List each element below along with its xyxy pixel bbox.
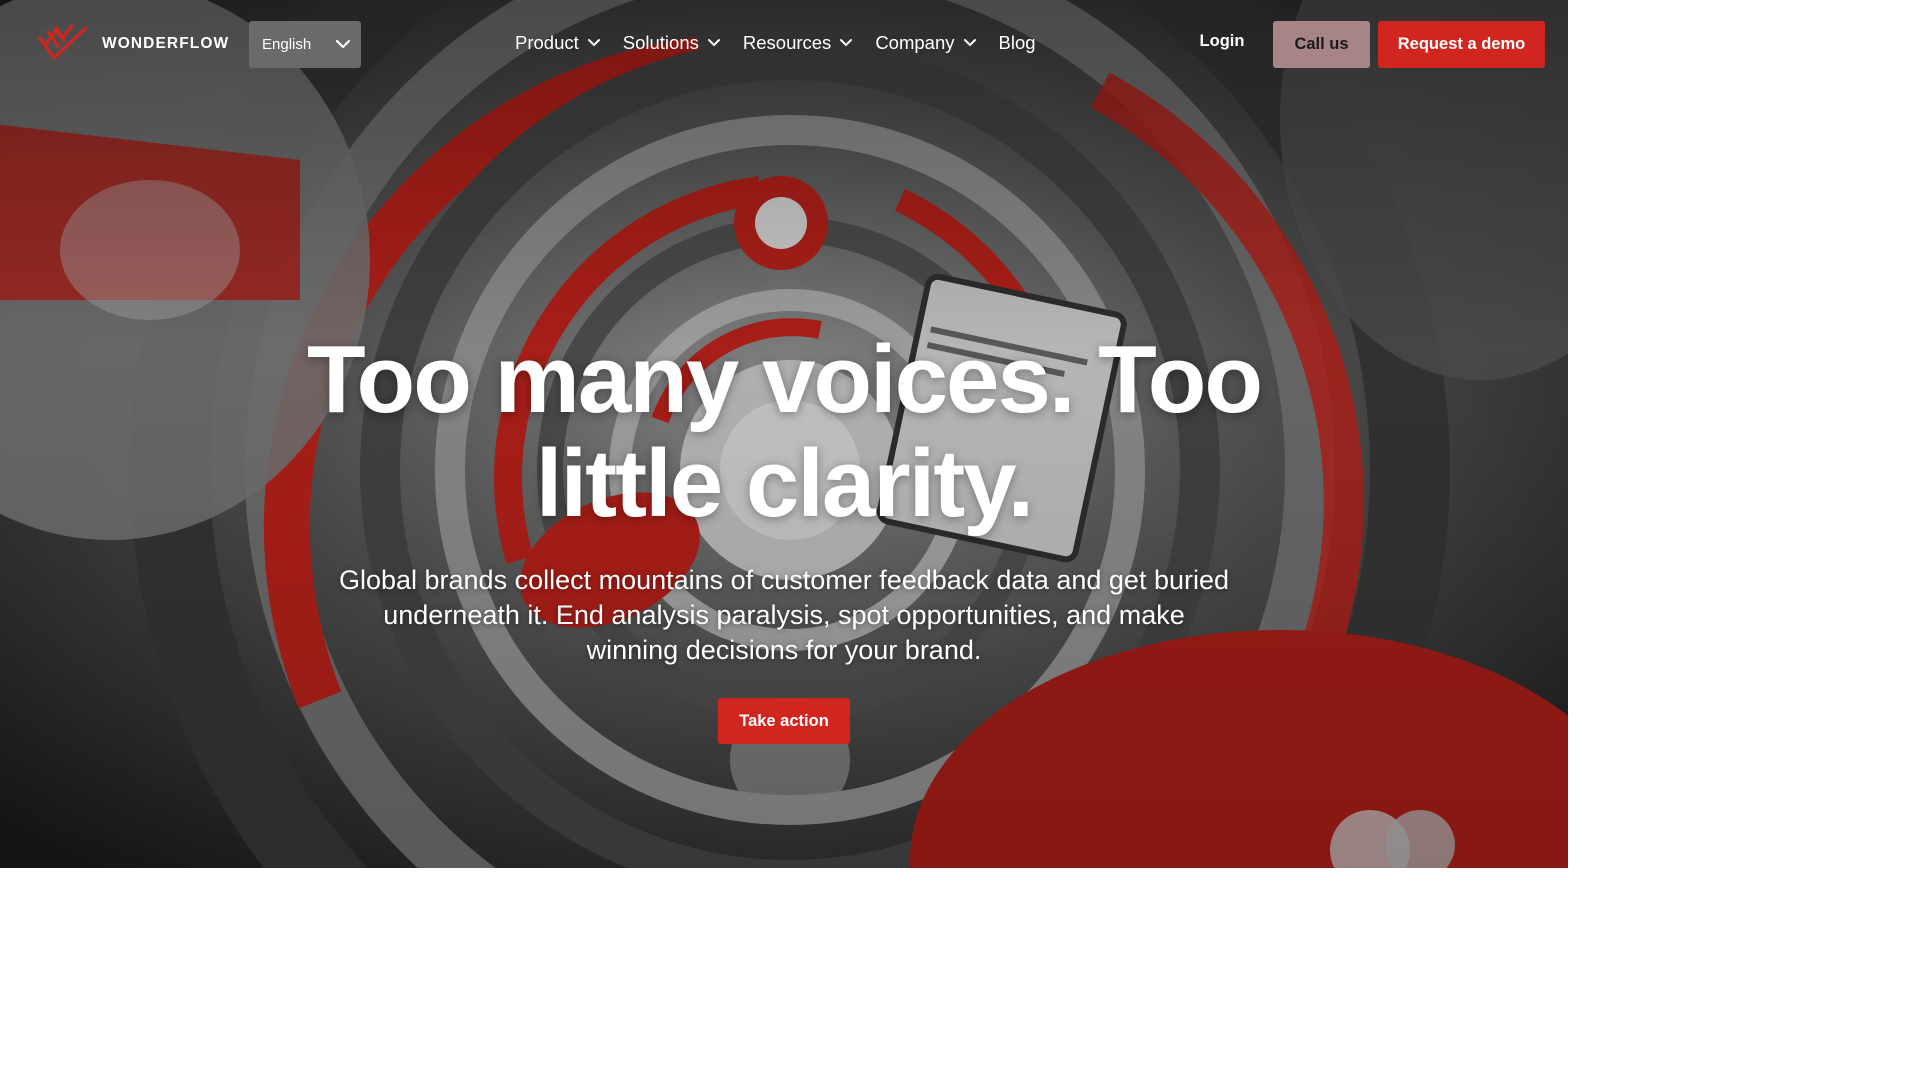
language-select[interactable]: English (249, 21, 361, 68)
hero-section: WONDERFLOW English Product Solutions Res… (0, 0, 1568, 868)
brand-logo[interactable]: WONDERFLOW (38, 24, 229, 64)
nav-item-label: Product (515, 32, 579, 53)
brand-name: WONDERFLOW (102, 35, 230, 52)
nav-item-solutions[interactable]: Solutions (623, 32, 721, 54)
nav-item-label: Resources (742, 32, 832, 53)
wonderflow-logo-icon (38, 24, 88, 60)
nav-item-label: Solutions (622, 32, 699, 53)
hero-title: Too many voices. Too little clarity. (307, 326, 1263, 537)
nav-item-label: Company (875, 32, 955, 53)
nav-item-blog[interactable]: Blog (999, 32, 1036, 54)
chevron-down-icon (963, 39, 976, 46)
chevron-down-icon (335, 39, 351, 49)
chevron-down-icon (840, 39, 853, 46)
chevron-down-icon (707, 39, 720, 46)
login-link[interactable]: Login (1186, 32, 1258, 51)
nav-item-company[interactable]: Company (875, 32, 976, 54)
top-navigation-bar: WONDERFLOW English Product Solutions Res… (0, 0, 1568, 88)
nav-item-label: Blog (998, 32, 1036, 53)
request-demo-button[interactable]: Request a demo (1378, 21, 1545, 68)
main-nav: Product Solutions Resources Company Blog (515, 32, 1036, 54)
language-selected-value: English (262, 36, 312, 53)
nav-item-resources[interactable]: Resources (743, 32, 853, 54)
chevron-down-icon (587, 39, 600, 46)
call-us-button[interactable]: Call us (1273, 21, 1370, 68)
hero-subtitle: Global brands collect mountains of custo… (338, 565, 1230, 665)
take-action-button[interactable]: Take action (718, 698, 850, 744)
nav-item-product[interactable]: Product (515, 32, 601, 54)
